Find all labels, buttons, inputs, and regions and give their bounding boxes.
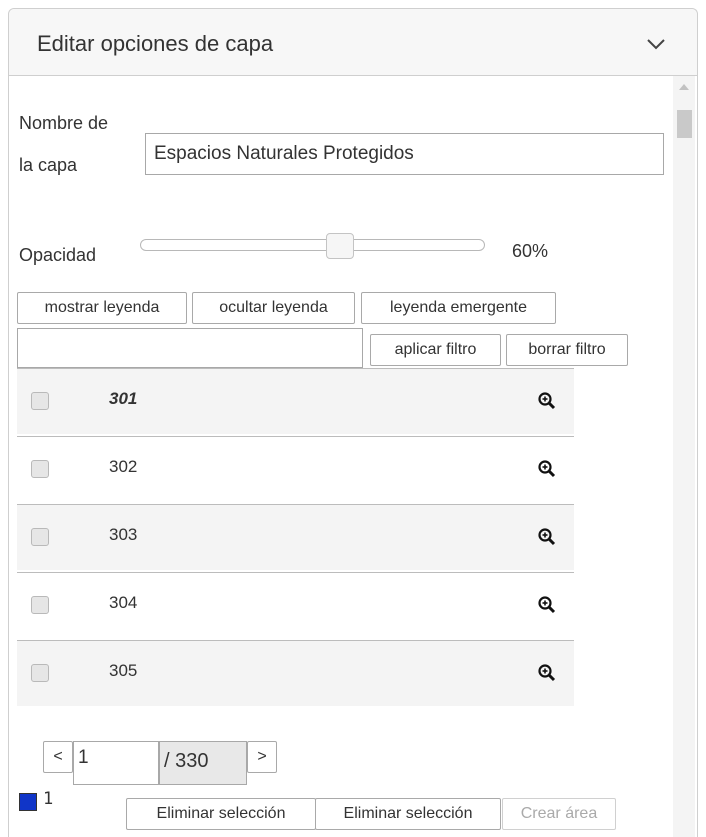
zoom-in-icon[interactable] xyxy=(537,527,557,547)
create-area-button[interactable]: Crear área xyxy=(502,798,616,830)
table-row[interactable]: 302 xyxy=(17,436,574,502)
row-checkbox[interactable] xyxy=(31,460,49,478)
show-legend-button[interactable]: mostrar leyenda xyxy=(17,292,187,324)
feature-code: 304 xyxy=(109,593,138,612)
apply-filter-button[interactable]: aplicar filtro xyxy=(370,334,501,366)
layer-name-input[interactable]: Espacios Naturales Protegidos xyxy=(145,133,664,175)
remove-selection-button[interactable]: Eliminar selección xyxy=(126,798,316,830)
popup-legend-button[interactable]: leyenda emergente xyxy=(361,292,556,324)
layer-name-label-line1: Nombre de xyxy=(19,113,109,133)
row-checkbox[interactable] xyxy=(31,664,49,682)
layer-name-label-line2: la capa xyxy=(19,155,78,175)
selection-count: 1 xyxy=(43,789,54,809)
opacity-value: 60% xyxy=(512,241,549,261)
pager-prev-button[interactable]: < xyxy=(43,741,73,773)
selection-color-swatch xyxy=(19,793,37,811)
opacity-slider-track[interactable] xyxy=(140,239,485,251)
filter-input[interactable] xyxy=(17,328,363,368)
pager-next-button[interactable]: > xyxy=(247,741,277,773)
scrollbar[interactable] xyxy=(673,76,695,837)
feature-code: 302 xyxy=(109,457,138,476)
pager-total: / 330 xyxy=(159,741,247,785)
feature-code: 305 xyxy=(109,661,138,680)
panel-content: Nombre de la capa Espacios Naturales Pro… xyxy=(9,76,669,837)
zoom-in-icon[interactable] xyxy=(537,459,557,479)
row-checkbox[interactable] xyxy=(31,596,49,614)
row-checkbox[interactable] xyxy=(31,528,49,546)
scrollbar-thumb[interactable] xyxy=(677,110,692,138)
hide-legend-button[interactable]: ocultar leyenda xyxy=(192,292,355,324)
table-row[interactable]: 304 xyxy=(17,572,574,638)
row-checkbox[interactable] xyxy=(31,392,49,410)
layer-options-panel: Editar opciones de capa Nombre de la cap… xyxy=(8,8,698,837)
remove-selection-button-2[interactable]: Eliminar selección xyxy=(315,798,501,830)
feature-code: 303 xyxy=(109,525,138,544)
pager-page-input[interactable]: 1 xyxy=(73,741,159,785)
opacity-label: Opacidad xyxy=(19,245,97,265)
scroll-up-arrow-icon[interactable] xyxy=(679,84,689,90)
zoom-in-icon[interactable] xyxy=(537,391,557,411)
feature-code: 301 xyxy=(109,389,138,408)
panel-title: Editar opciones de capa xyxy=(37,31,274,56)
table-row[interactable]: 303 xyxy=(17,504,574,570)
panel-header[interactable]: Editar opciones de capa xyxy=(9,9,697,76)
table-row[interactable]: 305 xyxy=(17,640,574,706)
zoom-in-icon[interactable] xyxy=(537,595,557,615)
chevron-down-icon[interactable] xyxy=(645,33,667,55)
table-row[interactable]: 301 xyxy=(17,368,574,434)
clear-filter-button[interactable]: borrar filtro xyxy=(506,334,628,366)
opacity-slider-handle[interactable] xyxy=(326,233,355,259)
zoom-in-icon[interactable] xyxy=(537,663,557,683)
